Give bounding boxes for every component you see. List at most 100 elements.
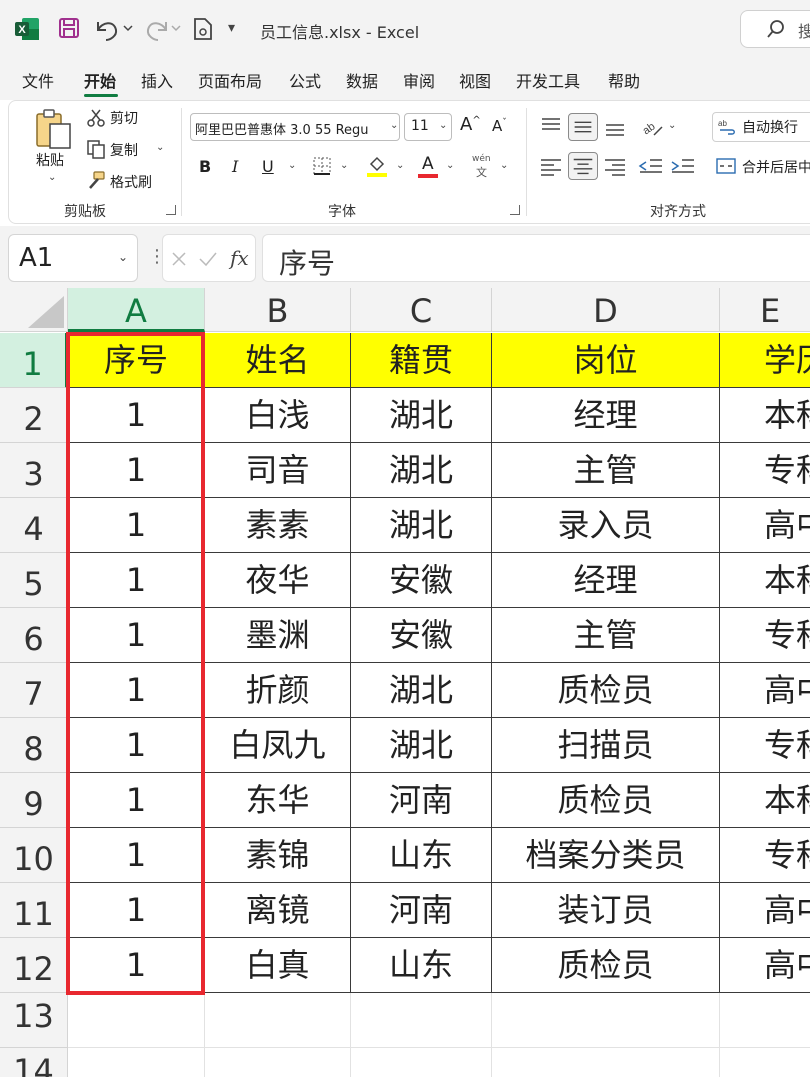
bold-button[interactable]: B [199, 157, 211, 176]
table-cell[interactable]: 高中 [720, 883, 810, 938]
paste-dropdown-icon[interactable]: ⌄ [48, 172, 56, 183]
table-cell[interactable]: 扫描员 [492, 718, 720, 773]
align-left-icon[interactable] [536, 152, 566, 180]
table-cell[interactable]: 河南 [351, 773, 492, 828]
table-cell[interactable]: 高中 [720, 938, 810, 993]
align-bottom-icon[interactable] [600, 113, 630, 141]
cancel-icon[interactable] [170, 250, 188, 268]
row-header-1[interactable]: 1 [0, 333, 68, 388]
table-cell[interactable]: 白凤九 [205, 718, 351, 773]
table-cell[interactable]: 湖北 [351, 718, 492, 773]
table-cell[interactable]: 专科 [720, 608, 810, 663]
redo-icon[interactable] [144, 16, 184, 42]
tab-home[interactable]: 开始 [84, 68, 116, 92]
row-header-9[interactable]: 9 [0, 773, 68, 828]
copy-icon[interactable] [86, 139, 106, 159]
tab-page-layout[interactable]: 页面布局 [198, 68, 262, 92]
table-cell[interactable]: 湖北 [351, 663, 492, 718]
row-header-14[interactable]: 14 [0, 1048, 68, 1077]
table-cell[interactable]: 质检员 [492, 773, 720, 828]
format-painter-icon[interactable] [86, 170, 106, 190]
tab-insert[interactable]: 插入 [141, 68, 173, 92]
empty-cell[interactable] [68, 993, 205, 1048]
font-family-select[interactable]: 阿里巴巴普惠体 3.0 55 Regu [190, 113, 400, 141]
row-header-6[interactable]: 6 [0, 608, 68, 663]
table-cell[interactable]: 主管 [492, 443, 720, 498]
empty-cell[interactable] [351, 1048, 492, 1077]
tab-data[interactable]: 数据 [346, 68, 378, 92]
table-cell[interactable]: 录入员 [492, 498, 720, 553]
font-size-dropdown-icon[interactable]: ⌄ [439, 120, 447, 131]
column-header-b[interactable]: B [205, 288, 351, 332]
cut-icon[interactable] [86, 108, 106, 128]
name-box-dropdown-icon[interactable]: ⌄ [118, 250, 128, 264]
empty-cell[interactable] [492, 993, 720, 1048]
clipboard-launcher-icon[interactable] [166, 205, 176, 215]
empty-cell[interactable] [205, 1048, 351, 1077]
row-header-4[interactable]: 4 [0, 498, 68, 553]
underline-dropdown-icon[interactable]: ⌄ [288, 160, 296, 171]
copy-dropdown-icon[interactable]: ⌄ [156, 142, 164, 153]
empty-cell[interactable] [720, 993, 810, 1048]
tab-review[interactable]: 审阅 [403, 68, 435, 92]
table-cell[interactable]: 白浅 [205, 388, 351, 443]
fill-color-icon[interactable] [366, 154, 388, 178]
cut-button[interactable]: 剪切 [110, 108, 138, 128]
row-header-7[interactable]: 7 [0, 663, 68, 718]
tab-developer[interactable]: 开发工具 [516, 68, 580, 92]
align-center-icon[interactable] [568, 152, 598, 180]
column-header-d[interactable]: D [492, 288, 720, 332]
row-header-10[interactable]: 10 [0, 828, 68, 883]
borders-dropdown-icon[interactable]: ⌄ [340, 160, 348, 171]
table-cell[interactable]: 质检员 [492, 663, 720, 718]
table-cell[interactable]: 司音 [205, 443, 351, 498]
header-cell[interactable]: 籍贯 [351, 333, 492, 388]
table-cell[interactable]: 湖北 [351, 443, 492, 498]
fill-color-dropdown-icon[interactable]: ⌄ [396, 160, 404, 171]
tab-view[interactable]: 视图 [459, 68, 491, 92]
table-cell[interactable]: 装订员 [492, 883, 720, 938]
header-cell[interactable]: 姓名 [205, 333, 351, 388]
tab-help[interactable]: 帮助 [608, 68, 640, 92]
table-cell[interactable]: 离镜 [205, 883, 351, 938]
tab-file[interactable]: 文件 [22, 68, 54, 92]
empty-cell[interactable] [205, 993, 351, 1048]
table-cell[interactable]: 墨渊 [205, 608, 351, 663]
table-cell[interactable]: 山东 [351, 938, 492, 993]
phonetic-dropdown-icon[interactable]: ⌄ [500, 160, 508, 171]
font-color-dropdown-icon[interactable]: ⌄ [446, 160, 454, 171]
paste-icon[interactable] [34, 108, 74, 150]
document-icon[interactable] [192, 17, 214, 41]
format-painter-button[interactable]: 格式刷 [110, 172, 152, 192]
font-color-button[interactable]: A [422, 154, 434, 174]
paste-button[interactable]: 粘贴 [36, 150, 64, 170]
row-header-8[interactable]: 8 [0, 718, 68, 773]
header-cell[interactable]: 岗位 [492, 333, 720, 388]
increase-indent-icon[interactable] [668, 152, 698, 180]
table-cell[interactable]: 素素 [205, 498, 351, 553]
header-cell[interactable]: 学历 [720, 333, 810, 388]
enter-icon[interactable] [198, 250, 218, 268]
table-cell[interactable]: 档案分类员 [492, 828, 720, 883]
qat-customize-icon[interactable]: ▾ [228, 20, 235, 36]
italic-button[interactable]: I [232, 157, 238, 176]
table-cell[interactable]: 河南 [351, 883, 492, 938]
table-cell[interactable]: 质检员 [492, 938, 720, 993]
table-cell[interactable]: 折颜 [205, 663, 351, 718]
insert-function-button[interactable]: fx [230, 246, 249, 270]
table-cell[interactable]: 本科 [720, 773, 810, 828]
underline-button[interactable]: U [262, 157, 274, 176]
table-cell[interactable]: 专科 [720, 718, 810, 773]
table-cell[interactable]: 安徽 [351, 553, 492, 608]
empty-cell[interactable] [720, 1048, 810, 1077]
empty-cell[interactable] [492, 1048, 720, 1077]
table-cell[interactable]: 山东 [351, 828, 492, 883]
table-cell[interactable]: 本科 [720, 553, 810, 608]
save-icon[interactable] [58, 17, 80, 39]
table-cell[interactable]: 高中 [720, 498, 810, 553]
table-cell[interactable]: 湖北 [351, 498, 492, 553]
row-header-11[interactable]: 11 [0, 883, 68, 938]
shrink-font-button[interactable]: Aˇ [492, 117, 507, 135]
align-top-icon[interactable] [536, 113, 566, 141]
table-cell[interactable]: 安徽 [351, 608, 492, 663]
